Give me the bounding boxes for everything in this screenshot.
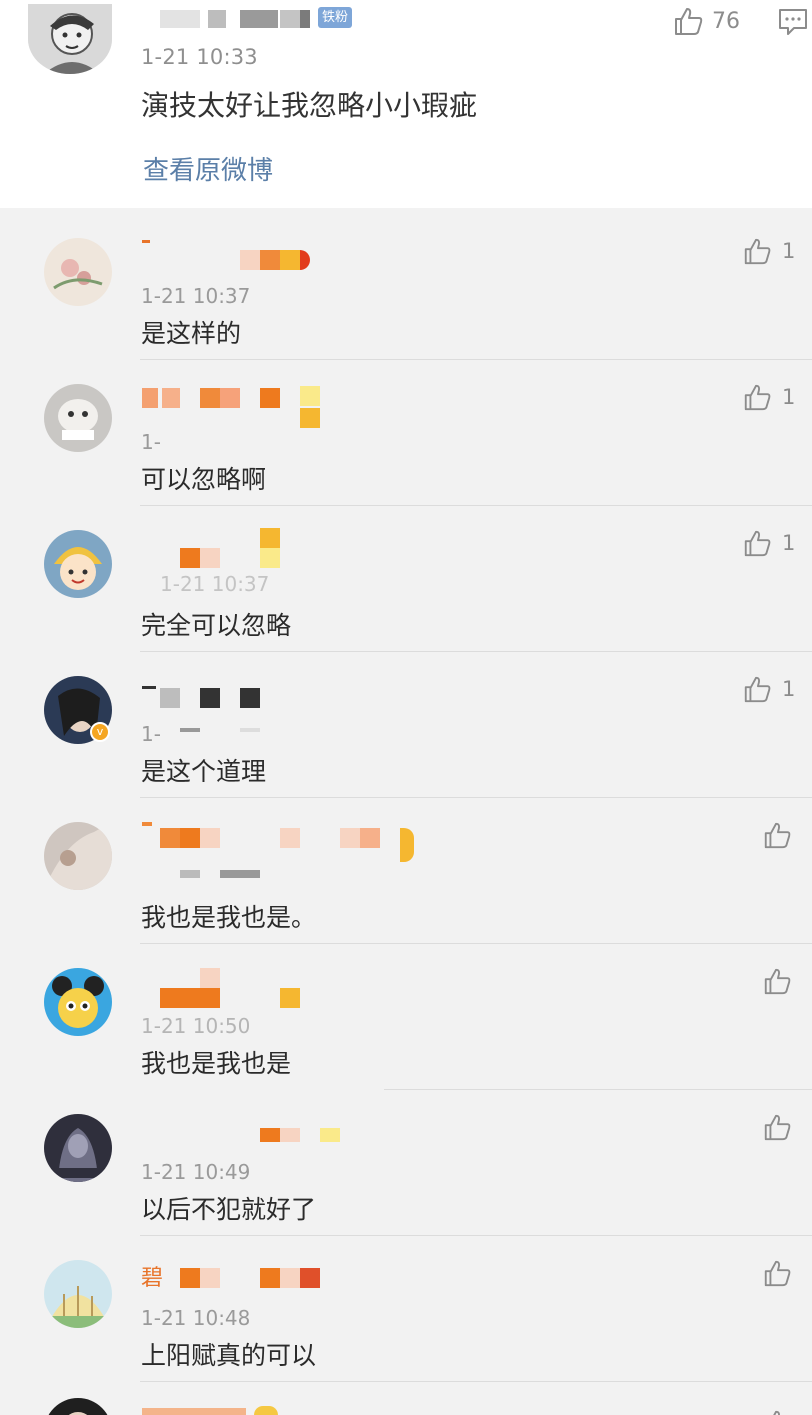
like-count: 76 (712, 8, 740, 34)
user-avatar[interactable] (44, 384, 112, 452)
username-obscured[interactable] (140, 214, 440, 284)
username-obscured[interactable] (140, 506, 440, 576)
thumbs-up-icon (744, 384, 771, 411)
reply-time: 1-21 10:37 (141, 284, 251, 308)
like-button[interactable] (762, 1408, 792, 1415)
user-avatar[interactable] (44, 1260, 112, 1328)
reply-text: 可以忽略啊 (141, 465, 267, 494)
username-obscured[interactable] (140, 944, 440, 1014)
reply-item: 碧 1-21 10:48 上阳赋真的可以 (0, 1236, 812, 1382)
reply-text: 是这个道理 (141, 757, 267, 786)
username-obscured[interactable] (140, 360, 440, 430)
like-button[interactable]: 76 (672, 4, 740, 38)
view-original-link[interactable]: 查看原微博 (143, 150, 273, 187)
thumbs-up-icon (744, 676, 771, 703)
thumbs-up-icon (773, 1410, 780, 1415)
thumbs-up-icon (744, 238, 771, 265)
reply-item: 1-21 10:37 是这样的 1 (0, 214, 812, 360)
like-button[interactable] (762, 966, 802, 996)
like-button[interactable]: 1 (742, 528, 795, 558)
verified-badge-icon: v (90, 722, 110, 742)
reply-item: 1-21 10:50 我也是我也是 (0, 944, 812, 1090)
user-avatar[interactable] (44, 1398, 112, 1415)
username-prefix: 碧 (141, 1266, 164, 1291)
username-obscured[interactable] (140, 1090, 440, 1160)
reply-item: 1-21 10:49 以后不犯就好了 (0, 1090, 812, 1236)
reply-time: 1- (141, 722, 161, 746)
user-avatar[interactable] (28, 4, 112, 74)
like-count: 1 (782, 239, 796, 263)
reply-text: 是这样的 (141, 319, 242, 348)
like-button[interactable] (762, 1258, 802, 1288)
reply-text: 上阳赋真的可以 (141, 1341, 317, 1370)
like-button[interactable]: 1 (742, 236, 795, 266)
thumbs-up-icon (764, 822, 791, 849)
reply-text: 我也是我也是。 (141, 903, 317, 932)
thumbs-up-icon (764, 1260, 791, 1287)
like-button[interactable]: 1 (742, 674, 795, 704)
thumbs-up-icon (744, 530, 771, 557)
reply-item: v 1- 是这个道理 1 (0, 652, 812, 798)
user-avatar[interactable] (44, 968, 112, 1036)
reply-time: 1-21 10:48 (141, 1306, 251, 1330)
reply-item (0, 1382, 812, 1415)
reply-time: 1-21 10:37 (160, 572, 270, 596)
main-comment: 铁粉 1-21 10:33 演技太好让我忽略小小瑕疵 查看原微博 76 (0, 0, 812, 208)
user-avatar[interactable] (44, 238, 112, 306)
username-obscured[interactable] (140, 798, 440, 878)
reply-item: 1-21 10:37 完全可以忽略 1 (0, 506, 812, 652)
reply-text: 以后不犯就好了 (141, 1195, 317, 1224)
reply-text: 完全可以忽略 (141, 611, 292, 640)
username-obscured[interactable] (140, 1382, 440, 1415)
fan-badge: 铁粉 (318, 7, 353, 28)
reply-text: 我也是我也是 (141, 1049, 292, 1078)
comment-text: 演技太好让我忽略小小瑕疵 (141, 89, 478, 122)
user-avatar[interactable] (44, 822, 112, 890)
username-obscured[interactable] (140, 652, 440, 732)
reply-item: 我也是我也是。 (0, 798, 812, 944)
like-button[interactable] (762, 820, 802, 850)
like-count: 1 (782, 677, 796, 701)
like-count: 1 (782, 385, 796, 409)
user-avatar[interactable] (44, 530, 112, 598)
reply-time: 1- (141, 430, 161, 454)
thumbs-up-icon (764, 968, 791, 995)
like-button[interactable] (762, 1112, 802, 1142)
like-count: 1 (782, 531, 796, 555)
comment-time: 1-21 10:33 (141, 45, 258, 69)
user-avatar[interactable] (44, 1114, 112, 1182)
thumbs-up-icon (675, 8, 703, 35)
reply-time: 1-21 10:50 (141, 1014, 251, 1038)
reply-time: 1-21 10:49 (141, 1160, 251, 1184)
comment-icon[interactable] (778, 8, 808, 36)
thumbs-up-icon (764, 1114, 791, 1141)
username-obscured[interactable]: 碧 (140, 1236, 440, 1306)
like-button[interactable]: 1 (742, 382, 795, 412)
reply-item: 1- 可以忽略啊 1 (0, 360, 812, 506)
